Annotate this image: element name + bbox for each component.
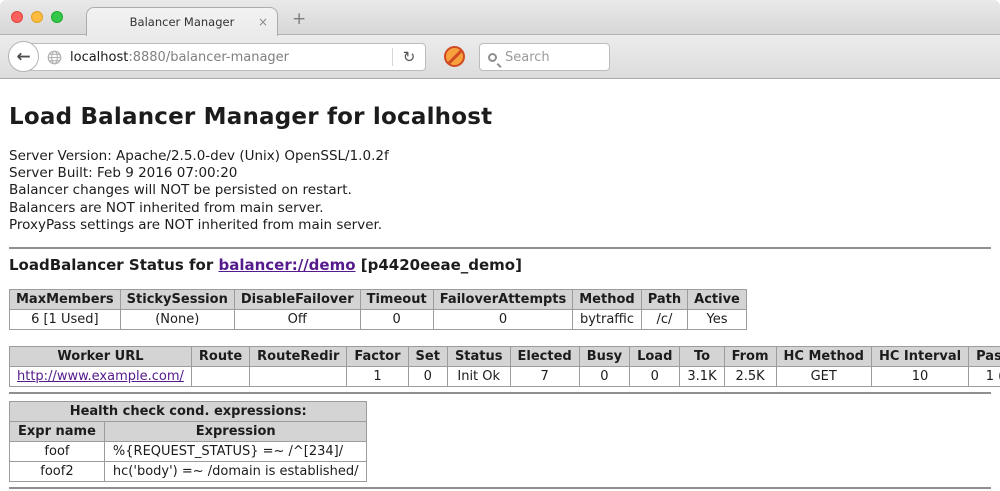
table-cell: 1 (0) — [969, 367, 1000, 387]
window-controls — [11, 11, 63, 23]
table-header-cell: Status — [447, 347, 510, 367]
table-cell: 1 — [347, 367, 408, 387]
worker-status-table: Worker URL Route RouteRedir Factor Set S… — [9, 346, 1000, 387]
search-icon — [488, 53, 497, 62]
table-cell: /c/ — [641, 310, 687, 330]
table-header-cell: Busy — [579, 347, 629, 367]
table-cell: Yes — [688, 310, 747, 330]
table-cell: Init Ok — [447, 367, 510, 387]
tab-balancer-manager[interactable]: Balancer Manager × — [86, 7, 278, 36]
table-header-cell: Path — [641, 290, 687, 310]
table-header-cell: Load — [630, 347, 680, 367]
table-header-cell: Active — [688, 290, 747, 310]
tab-close-icon[interactable]: × — [258, 15, 268, 29]
table-header-cell: From — [724, 347, 776, 367]
table-row: foof2 hc('body') =~ /domain is establish… — [10, 462, 367, 482]
server-built-line: Server Built: Feb 9 2016 07:00:20 — [9, 165, 991, 182]
inherit-note-line: Balancers are NOT inherited from main se… — [9, 200, 991, 217]
table-header-cell: MaxMembers — [10, 290, 121, 310]
table-header-cell: Factor — [347, 347, 408, 367]
table-cell: 0 — [630, 367, 680, 387]
table-row: http://www.example.com/ 1 0 Init Ok 7 0 … — [10, 367, 1000, 387]
zoom-window-button[interactable] — [51, 11, 63, 23]
navigation-toolbar: ← localhost:8880/balancer-manager ↻ ☆ — [0, 35, 1000, 79]
table-title-row: Health check cond. expressions: — [10, 402, 367, 422]
table-header-cell: Worker URL — [10, 347, 192, 367]
table-header-row: Worker URL Route RouteRedir Factor Set S… — [10, 347, 1000, 367]
table-header-row: MaxMembers StickySession DisableFailover… — [10, 290, 747, 310]
table-row: 6 [1 Used] (None) Off 0 0 bytraffic /c/ … — [10, 310, 747, 330]
table-cell: Off — [234, 310, 360, 330]
table-cell: 0 — [433, 310, 573, 330]
table-cell: bytraffic — [573, 310, 641, 330]
table-header-row: Expr name Expression — [10, 422, 367, 442]
table-header-cell: DisableFailover — [234, 290, 360, 310]
heading-prefix: LoadBalancer Status for — [9, 256, 218, 274]
url-input[interactable]: localhost:8880/balancer-manager ↻ — [24, 43, 426, 71]
table-cell: foof — [10, 442, 105, 462]
health-check-table: Health check cond. expressions: Expr nam… — [9, 401, 367, 482]
table-header-cell: Method — [573, 290, 641, 310]
table-cell: hc('body') =~ /domain is established/ — [104, 462, 367, 482]
page-content: Load Balancer Manager for localhost Serv… — [0, 79, 1000, 491]
table-header-cell: Elected — [510, 347, 579, 367]
table-cell: 0 — [579, 367, 629, 387]
table-cell: 2.5K — [724, 367, 776, 387]
minimize-window-button[interactable] — [31, 11, 43, 23]
table-cell: (None) — [120, 310, 234, 330]
table-row: foof %{REQUEST_STATUS} =~ /^[234]/ — [10, 442, 367, 462]
table-cell: GET — [776, 367, 871, 387]
table-cell: http://www.example.com/ — [10, 367, 192, 387]
table-cell — [191, 367, 249, 387]
browser-window: Balancer Manager × + ← localhost:8880/ba… — [0, 0, 1000, 491]
table-cell — [250, 367, 347, 387]
new-tab-button[interactable]: + — [292, 9, 306, 29]
table-header-cell: FailoverAttempts — [433, 290, 573, 310]
table-header-cell: Timeout — [360, 290, 433, 310]
table-header-cell: HC Method — [776, 347, 871, 367]
health-table-title: Health check cond. expressions: — [10, 402, 367, 422]
server-version-line: Server Version: Apache/2.5.0-dev (Unix) … — [9, 148, 991, 165]
table-header-cell: To — [680, 347, 724, 367]
footer-divider — [9, 487, 991, 489]
table-header-cell: RouteRedir — [250, 347, 347, 367]
table-header-cell: Passes — [969, 347, 1000, 367]
loadbalancer-heading: LoadBalancer Status for balancer://demo … — [9, 256, 991, 274]
table-header-cell: Set — [408, 347, 447, 367]
search-box[interactable] — [479, 43, 610, 71]
balancer-demo-link[interactable]: balancer://demo — [218, 256, 355, 274]
tab-title: Balancer Manager — [130, 15, 235, 29]
table-header-cell: HC Interval — [871, 347, 968, 367]
section-divider — [9, 247, 991, 249]
plugin-blocked-icon[interactable] — [444, 46, 465, 67]
page-title: Load Balancer Manager for localhost — [9, 104, 991, 130]
table-cell: 3.1K — [680, 367, 724, 387]
browser-titlebar: Balancer Manager × + — [0, 0, 1000, 35]
globe-icon — [47, 50, 62, 65]
balancer-status-table: MaxMembers StickySession DisableFailover… — [9, 289, 747, 330]
heading-suffix: [p4420eeae_demo] — [356, 256, 522, 274]
persist-note-line: Balancer changes will NOT be persisted o… — [9, 182, 991, 199]
table-cell: 0 — [408, 367, 447, 387]
search-input[interactable] — [505, 50, 595, 65]
table-cell: 6 [1 Used] — [10, 310, 121, 330]
server-info: Server Version: Apache/2.5.0-dev (Unix) … — [9, 148, 991, 234]
table-cell: foof2 — [10, 462, 105, 482]
back-button[interactable]: ← — [8, 41, 39, 72]
url-text: localhost:8880/balancer-manager — [70, 50, 392, 65]
close-window-button[interactable] — [11, 11, 23, 23]
section-divider — [9, 392, 991, 394]
table-header-cell: Expr name — [10, 422, 105, 442]
table-cell: 7 — [510, 367, 579, 387]
reload-icon[interactable]: ↻ — [393, 48, 425, 66]
table-header-cell: Expression — [104, 422, 367, 442]
worker-url-link[interactable]: http://www.example.com/ — [17, 369, 184, 384]
table-cell: 10 — [871, 367, 968, 387]
proxypass-note-line: ProxyPass settings are NOT inherited fro… — [9, 217, 991, 234]
table-header-cell: Route — [191, 347, 249, 367]
table-cell: 0 — [360, 310, 433, 330]
table-header-cell: StickySession — [120, 290, 234, 310]
table-cell: %{REQUEST_STATUS} =~ /^[234]/ — [104, 442, 367, 462]
